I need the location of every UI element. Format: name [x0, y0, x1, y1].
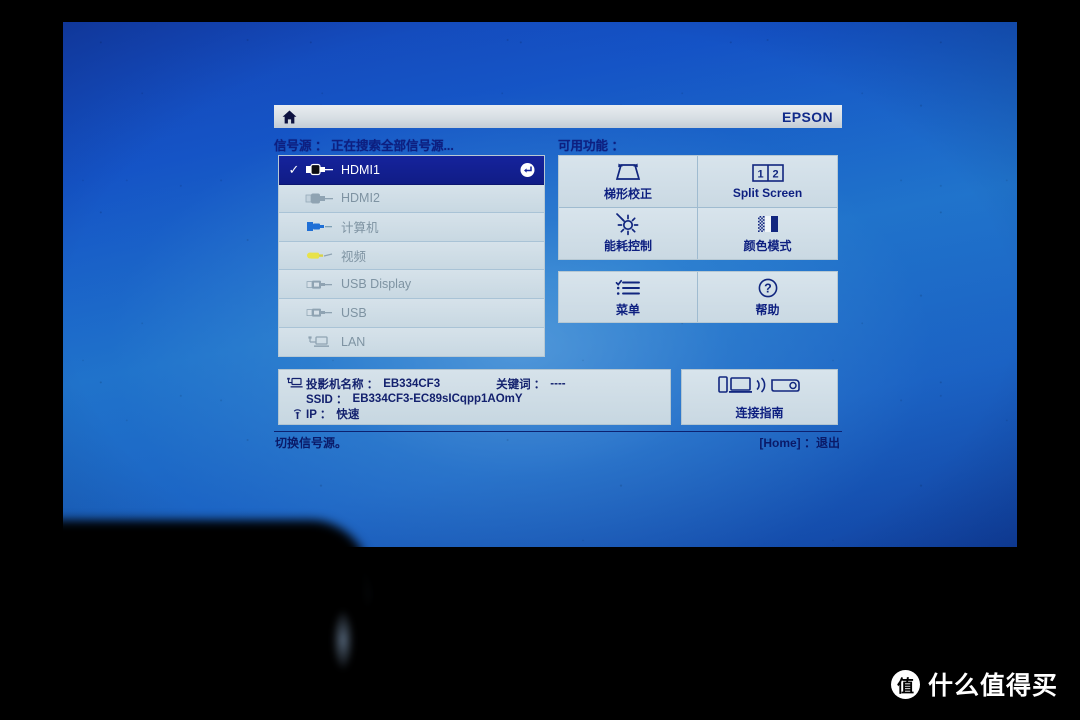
hdmi-connector-icon — [303, 190, 337, 206]
info-row-ip: IP ： 快速 — [286, 406, 664, 421]
menu-list-icon — [614, 277, 642, 299]
projector-name-label: 投影机名称 ： — [306, 378, 379, 391]
footer-hint: 切换信号源。 — [275, 436, 348, 450]
wifi-signal-icon — [286, 408, 306, 420]
rca-composite-icon — [303, 248, 337, 264]
osd-header-bar: EPSON — [274, 105, 842, 128]
keyword-label: 关键词 ： — [496, 378, 546, 391]
function-help[interactable]: ? 帮助 — [698, 272, 837, 322]
ssid-value: EB334CF3-EC89sICqpp1AOmY — [352, 392, 523, 405]
source-label: HDMI1 — [341, 162, 380, 177]
source-item-hdmi1[interactable]: ✓ HDMI1 — [279, 156, 544, 185]
source-label: USB Display — [341, 277, 412, 292]
enter-key-icon — [520, 162, 535, 177]
source-item-lan[interactable]: LAN — [279, 327, 544, 357]
source-list: ✓ HDMI1 HDMI2 计算机 视频 USB Display USB LAN — [278, 155, 545, 358]
home-icon[interactable] — [282, 110, 297, 124]
info-row-ssid: SSID ： EB334CF3-EC89sICqpp1AOmY — [286, 391, 664, 406]
watermark: 值 什么值得买 — [890, 666, 1058, 702]
source-label: USB — [341, 305, 367, 320]
watermark-badge: 值 — [890, 669, 920, 699]
projection-screen: EPSON 信号源 ： 正在搜索全部信号源... 可用功能 ： ✓ HDMI1 — [63, 22, 1017, 547]
keyword-value: ---- — [550, 377, 566, 390]
help-question-icon: ? — [757, 277, 779, 299]
source-section-title: 信号源 ： 正在搜索全部信号源... — [274, 139, 454, 153]
foreground-highlight-glint — [332, 610, 354, 670]
svg-text:?: ? — [764, 281, 772, 295]
ip-label: IP ： — [306, 408, 332, 421]
projector-osd: EPSON 信号源 ： 正在搜索全部信号源... 可用功能 ： ✓ HDMI1 — [274, 105, 842, 514]
function-power-consumption[interactable]: 能耗控制 — [559, 207, 698, 259]
projector-info-box: 投影机名称 ： EB334CF3 关键词 ： ---- SSID ： EB334… — [278, 369, 671, 425]
source-item-usb[interactable]: USB — [279, 298, 544, 328]
function-keystone[interactable]: 梯形校正 — [559, 156, 698, 208]
keystone-icon — [612, 161, 644, 183]
vga-connector-icon — [303, 219, 337, 235]
connection-devices-icon — [717, 374, 803, 401]
function-label: 帮助 — [755, 302, 780, 317]
projector-name-value: EB334CF3 — [383, 377, 441, 390]
source-label: 视频 — [341, 250, 367, 265]
function-color-mode[interactable]: 颜色模式 — [698, 207, 837, 259]
connection-guide-label: 连接指南 — [735, 405, 784, 420]
function-label: Split Screen — [732, 186, 803, 201]
source-item-video[interactable]: 视频 — [279, 241, 544, 271]
source-label: 计算机 — [341, 221, 379, 236]
hdmi-connector-icon — [303, 162, 337, 178]
function-label: 能耗控制 — [603, 238, 652, 253]
functions-section-title: 可用功能 ： — [558, 139, 624, 153]
function-menu[interactable]: 菜单 — [559, 272, 698, 322]
ip-value: 快速 — [336, 408, 360, 421]
function-split-screen[interactable]: 12 Split Screen — [698, 156, 837, 208]
split-screen-icon: 12 — [751, 162, 785, 184]
foreground-furniture-silhouette — [0, 520, 370, 720]
function-label: 颜色模式 — [743, 238, 792, 253]
projector-network-icon — [286, 377, 306, 390]
svg-text:1: 1 — [757, 169, 763, 181]
function-label: 菜单 — [615, 302, 640, 317]
projector-photo: EPSON 信号源 ： 正在搜索全部信号源... 可用功能 ： ✓ HDMI1 — [0, 0, 1080, 720]
function-label: 梯形校正 — [603, 186, 652, 201]
menu-help-grid: 菜单 ? 帮助 — [558, 271, 838, 323]
source-item-computer[interactable]: 计算机 — [279, 213, 544, 242]
source-label: HDMI2 — [341, 191, 380, 206]
source-item-usb-display[interactable]: USB Display — [279, 270, 544, 299]
info-row-name: 投影机名称 ： EB334CF3 关键词 ： ---- — [286, 376, 664, 391]
epson-logo: EPSON — [781, 108, 833, 125]
usb-connector-icon — [303, 305, 337, 321]
osd-footer-bar: 切换信号源。 [Home] ：退出 — [274, 431, 842, 453]
svg-text:2: 2 — [772, 169, 778, 181]
footer-exit-hint: [Home] ：退出 — [759, 436, 840, 450]
available-functions-grid: 梯形校正 12 Split Screen 能耗控制 颜色模式 — [558, 155, 838, 260]
color-mode-icon — [755, 213, 781, 235]
usb-connector-icon — [303, 276, 337, 292]
connection-guide-button[interactable]: 连接指南 — [681, 369, 838, 425]
power-consumption-icon — [615, 212, 641, 235]
lan-network-icon — [303, 334, 337, 350]
watermark-text: 什么值得买 — [927, 671, 1058, 700]
source-item-hdmi2[interactable]: HDMI2 — [279, 184, 544, 214]
ssid-label: SSID ： — [306, 393, 348, 406]
selected-check-icon: ✓ — [288, 162, 300, 178]
source-label: LAN — [341, 334, 366, 349]
